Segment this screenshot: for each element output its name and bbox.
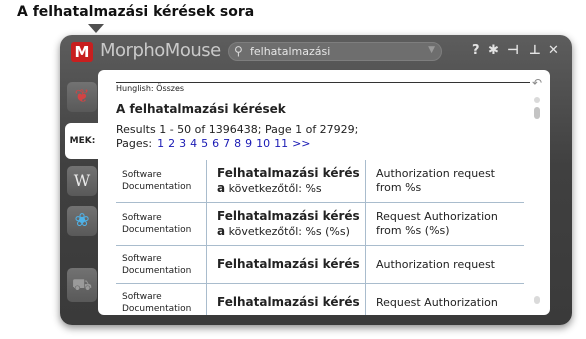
search-icon: ⚲ — [234, 44, 243, 58]
source-label: Hunglish: Összes — [116, 84, 185, 93]
page-link-4[interactable]: 4 — [190, 137, 197, 150]
minimize-icon[interactable]: ⊥ — [529, 43, 541, 58]
close-icon[interactable]: ✕ — [548, 43, 559, 58]
page-link-2[interactable]: 2 — [168, 137, 175, 150]
results-summary: Results 1 - 50 of 1396438; Page 1 of 279… — [116, 123, 531, 151]
next-pages-link[interactable]: >> — [292, 137, 310, 150]
pin-icon[interactable]: ⊣ — [507, 43, 519, 58]
page-link-6[interactable]: 6 — [212, 137, 219, 150]
app-logo-icon: M — [71, 42, 93, 62]
row-hungarian: Felhatalmazási kérés a következőtől: %s … — [206, 202, 366, 246]
scroll-down-button[interactable] — [534, 296, 540, 304]
gear-icon[interactable]: ✱ — [488, 43, 499, 58]
sidebar-item-butterfly[interactable]: ❀ — [67, 206, 97, 236]
row-english: Authorization request — [365, 245, 524, 284]
row-hungarian-rest: következőtől: %s (%s) — [228, 225, 350, 238]
table-row: Software Documentation Felhatalmazási ké… — [116, 160, 524, 203]
morphomouse-window: M MorphoMouse ⚲ ▼ ? ✱ ⊣ ⊥ ✕ ❦ MEK: W ❀ ⛟… — [60, 35, 572, 325]
help-button[interactable]: ? — [472, 43, 480, 58]
page-link-9[interactable]: 9 — [245, 137, 252, 150]
table-row: Software Documentation Felhatalmazási ké… — [116, 245, 524, 284]
page-link-11[interactable]: 11 — [274, 137, 288, 150]
table-row: Software Documentation Felhatalmazási ké… — [116, 283, 524, 315]
page-link-5[interactable]: 5 — [201, 137, 208, 150]
row-english: Request Authorization — [365, 283, 524, 315]
page-link-7[interactable]: 7 — [223, 137, 230, 150]
search-box[interactable]: ⚲ ▼ — [228, 42, 442, 61]
row-english: Authorization request from %s — [365, 160, 524, 203]
row-hungarian: Felhatalmazási kérés — [206, 245, 366, 284]
page-link-8[interactable]: 8 — [234, 137, 241, 150]
row-hungarian-match: Felhatalmazási kérés — [217, 257, 360, 271]
sidebar-item-mek[interactable]: MEK: — [65, 123, 100, 159]
cart-icon: ⛟ — [71, 275, 93, 294]
row-hungarian: Felhatalmazási kérés a következőtől: %s — [206, 160, 366, 203]
wikipedia-icon: W — [73, 171, 91, 190]
page-link-1[interactable]: 1 — [157, 137, 164, 150]
butterfly-icon: ❀ — [74, 210, 90, 231]
row-hungarian-match: Felhatalmazási kérés — [217, 295, 360, 309]
page-link-10[interactable]: 10 — [256, 137, 270, 150]
sidebar-item-wikipedia[interactable]: W — [67, 166, 97, 196]
page-title: A felhatalmazási kérések — [116, 102, 286, 116]
results-panel: ↶ Hunglish: Összes A felhatalmazási kéré… — [98, 70, 550, 315]
row-english: Request Authorization from %s (%s) — [365, 202, 524, 246]
scroll-up-button[interactable] — [534, 97, 540, 103]
search-input[interactable] — [250, 44, 420, 59]
morphologic-icon: ❦ — [74, 86, 90, 107]
page-link-3[interactable]: 3 — [179, 137, 186, 150]
row-hungarian: Felhatalmazási kérés — [206, 283, 366, 315]
mek-icon: MEK: — [69, 136, 96, 146]
scrollbar-thumb[interactable] — [534, 107, 540, 119]
table-row: Software Documentation Felhatalmazási ké… — [116, 202, 524, 246]
sidebar-item-morphologic[interactable]: ❦ — [67, 82, 97, 112]
back-arrow-icon[interactable]: ↶ — [532, 76, 542, 90]
app-title: MorphoMouse — [100, 40, 221, 61]
row-source: Software Documentation — [116, 202, 207, 246]
results-table: Software Documentation Felhatalmazási ké… — [116, 160, 524, 315]
caption-title: A felhatalmazási kérések sora — [17, 4, 255, 20]
row-source: Software Documentation — [116, 283, 207, 315]
chevron-down-icon[interactable]: ▼ — [428, 45, 435, 55]
sidebar-item-cart[interactable]: ⛟ — [67, 268, 97, 302]
row-hungarian-rest: következőtől: %s — [228, 182, 322, 195]
callout-pointer — [88, 24, 104, 33]
divider — [116, 82, 530, 83]
row-source: Software Documentation — [116, 160, 207, 203]
row-source: Software Documentation — [116, 245, 207, 284]
